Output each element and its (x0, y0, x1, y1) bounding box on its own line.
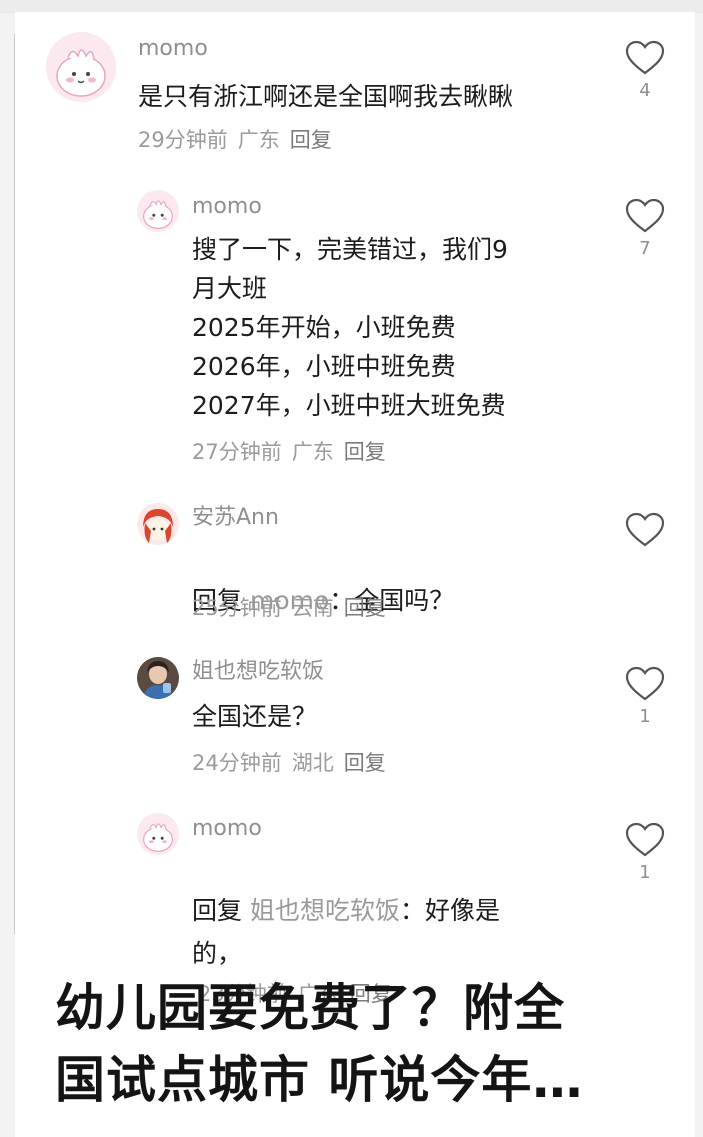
pink-bunny-avatar-icon (137, 190, 179, 232)
comment-meta: 27分钟前 广东 回复 (192, 442, 396, 463)
heart-icon (625, 40, 665, 75)
heart-icon (625, 512, 665, 547)
comment-text: 全国还是？ (192, 702, 318, 731)
reply-button[interactable]: 回复 (290, 128, 332, 152)
like-button[interactable]: 1 (625, 822, 665, 882)
photo-portrait-avatar-icon (137, 657, 179, 699)
timestamp: 25分钟前 (192, 596, 282, 620)
like-count: 1 (639, 862, 651, 883)
comment-meta: 24分钟前 湖北 回复 (192, 753, 396, 774)
like-button[interactable] (625, 512, 665, 548)
timestamp: 27分钟前 (192, 440, 282, 464)
region: 广东 (237, 128, 280, 152)
like-button[interactable]: 4 (625, 40, 665, 100)
region: 广东 (291, 440, 334, 464)
heart-icon (625, 666, 665, 701)
heart-icon (625, 198, 665, 233)
username[interactable]: momo (192, 818, 262, 840)
thread-rail (14, 34, 15, 934)
comment-meta: 25分钟前 云南 回复 (192, 598, 396, 619)
like-count: 4 (639, 80, 651, 101)
like-count: 1 (639, 706, 651, 727)
cartoon-girl-avatar-icon (137, 503, 179, 545)
reply-button[interactable]: 回复 (344, 596, 386, 620)
avatar[interactable] (137, 190, 179, 232)
pink-bunny-avatar-icon (137, 813, 179, 855)
comment-text: 搜了一下，完美错过，我们9 月大班 2025年开始，小班免费 2026年，小班中… (192, 235, 508, 420)
username[interactable]: momo (138, 38, 208, 60)
region: 湖北 (291, 751, 334, 775)
like-count: 7 (639, 238, 651, 259)
timestamp: 24分钟前 (192, 751, 282, 775)
pink-bunny-avatar-icon (46, 32, 116, 102)
comment-meta: 29分钟前 广东 回复 (138, 130, 342, 151)
username[interactable]: 姐也想吃软饭 (192, 661, 324, 683)
heart-icon (625, 822, 665, 857)
avatar[interactable] (137, 503, 179, 545)
username[interactable]: 安苏Ann (192, 507, 279, 529)
like-button[interactable]: 7 (625, 198, 665, 258)
avatar[interactable] (137, 657, 179, 699)
region: 云南 (291, 596, 334, 620)
timestamp: 29分钟前 (138, 128, 228, 152)
like-button[interactable]: 1 (625, 666, 665, 726)
reply-button[interactable]: 回复 (344, 751, 386, 775)
avatar[interactable] (46, 32, 116, 102)
reply-content: 的， (192, 939, 243, 968)
comment-text: 是只有浙江啊还是全国啊我去瞅瞅 (138, 82, 514, 111)
reply-button[interactable]: 回复 (344, 440, 386, 464)
post-headline[interactable]: 幼儿园要免费了？附全 国试点城市 听说今年… (55, 972, 675, 1116)
username[interactable]: momo (192, 196, 262, 218)
avatar[interactable] (137, 813, 179, 855)
